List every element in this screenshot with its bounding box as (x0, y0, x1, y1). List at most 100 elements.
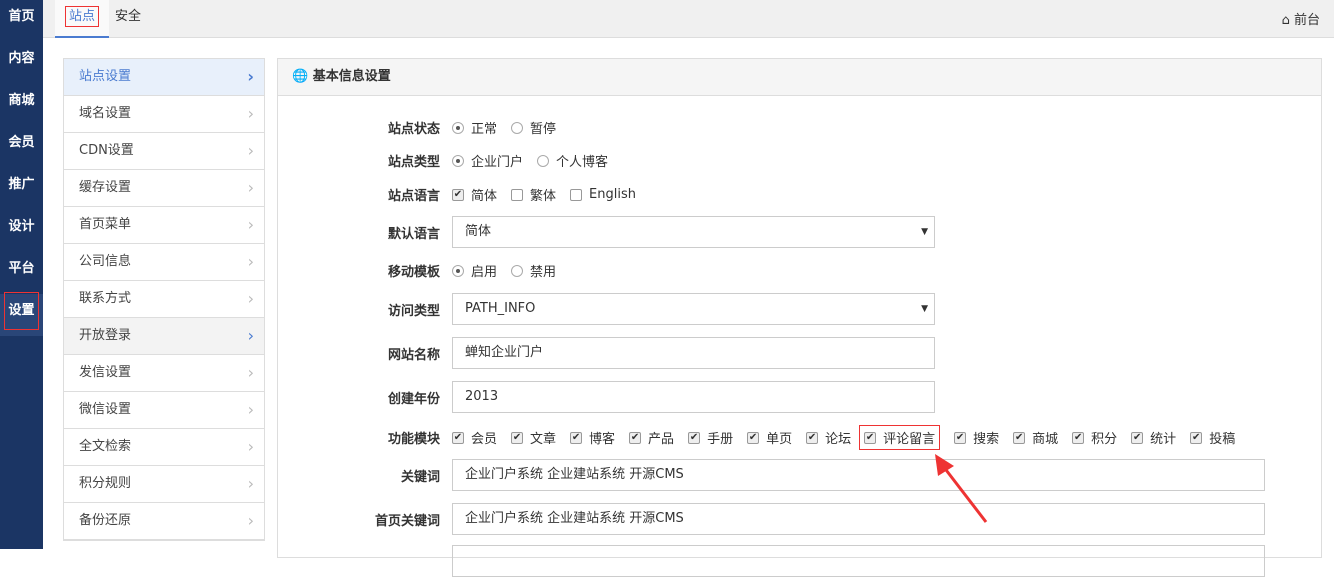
checkbox[interactable]: ✔ (954, 431, 967, 444)
module-checkbox[interactable]: ✔ 文章 (511, 428, 556, 447)
radio-normal[interactable]: 正常 (452, 118, 497, 137)
menu-item[interactable]: CDN设置 › (64, 133, 264, 170)
checkbox[interactable]: ✔ (1190, 431, 1203, 444)
chevron-right-icon: › (247, 141, 254, 160)
nav-content[interactable]: 内容 (0, 42, 43, 84)
label: 访问类型 (387, 303, 440, 319)
nav-label: 商城 (8, 93, 35, 108)
menu-item[interactable]: 备份还原 › (64, 503, 264, 540)
nav-label: 设置 (4, 292, 39, 330)
chevron-right-icon: › (247, 178, 254, 197)
row-access: 访问类型 PATH_INFO ▼ (278, 293, 935, 325)
checkbox[interactable]: ✔ (1131, 431, 1144, 444)
radio-blog[interactable]: 个人博客 (537, 151, 608, 170)
checkbox[interactable]: ✔ (688, 431, 701, 444)
menu-item[interactable]: 开放登录 › (64, 318, 264, 355)
year-input[interactable]: 2013 (452, 381, 935, 413)
module-checkbox[interactable]: ✔ 单页 (747, 428, 792, 447)
radio-disable[interactable]: 禁用 (511, 261, 556, 280)
label: 默认语言 (387, 226, 440, 242)
menu-item[interactable]: 发信设置 › (64, 355, 264, 392)
checkbox[interactable]: ✔ (570, 431, 583, 444)
chevron-right-icon: › (247, 252, 254, 271)
menu-item[interactable]: 公司信息 › (64, 244, 264, 281)
radio[interactable] (452, 264, 464, 277)
menu-item[interactable]: 联系方式 › (64, 281, 264, 318)
checkbox[interactable]: ✔ (806, 431, 819, 444)
site-name-input[interactable]: 蝉知企业门户 (452, 337, 935, 369)
nav-promote[interactable]: 推广 (0, 168, 43, 210)
checkbox[interactable]: ✔ (1072, 431, 1085, 444)
home-keywords-input[interactable]: 企业门户系统 企业建站系统 开源CMS (452, 503, 1265, 535)
module-checkbox[interactable]: ✔ 评论留言 (859, 425, 941, 450)
opt-label: 企业门户 (471, 155, 524, 170)
opt-label: 积分 (1091, 432, 1118, 447)
chevron-right-icon: › (247, 104, 254, 123)
opt-label: 会员 (471, 432, 498, 447)
opt-label: 启用 (471, 265, 498, 280)
tab-site[interactable]: 站点 (55, 0, 110, 38)
checkbox[interactable]: ✔ (452, 431, 464, 444)
menu-item[interactable]: 积分规则 › (64, 466, 264, 503)
menu-label: CDN设置 (79, 143, 134, 158)
module-checkbox[interactable]: ✔ 统计 (1131, 428, 1176, 447)
nav-design[interactable]: 设计 (0, 210, 43, 252)
tab-security[interactable]: 安全 (105, 0, 151, 38)
keywords-input[interactable]: 企业门户系统 企业建站系统 开源CMS (452, 459, 1265, 491)
checkbox-simplified[interactable]: ✔ 简体 (452, 185, 497, 204)
checkbox[interactable]: ✔ (452, 188, 464, 201)
annotation-arrow (935, 454, 988, 523)
module-checkbox[interactable]: ✔ 博客 (570, 428, 615, 447)
radio-enable[interactable]: 启用 (452, 261, 497, 280)
access-type-select[interactable]: PATH_INFO ▼ (452, 293, 935, 325)
module-checkbox[interactable]: ✔ 商城 (1013, 428, 1058, 447)
row-home-keywords: 首页关键词 企业门户系统 企业建站系统 开源CMS (278, 503, 1265, 535)
checkbox[interactable] (570, 188, 583, 201)
chevron-right-icon: › (247, 474, 254, 493)
module-checkbox[interactable]: ✔ 搜索 (954, 428, 999, 447)
nav-label: 推广 (8, 177, 35, 192)
menu-item[interactable]: 站点设置 › (64, 59, 264, 96)
checkbox[interactable]: ✔ (864, 431, 877, 444)
module-checkbox[interactable]: ✔ 产品 (629, 428, 674, 447)
module-checkbox[interactable]: ✔ 投稿 (1190, 428, 1235, 447)
radio-pause[interactable]: 暂停 (511, 118, 556, 137)
radio[interactable] (511, 264, 524, 277)
menu-label: 缓存设置 (79, 180, 132, 195)
nav-home[interactable]: 首页 (0, 0, 43, 42)
module-checkbox[interactable]: ✔ 会员 (452, 428, 497, 447)
settings-menu: for(let i=0;i<13;i++){document.write('<d… (63, 58, 265, 541)
module-checkbox[interactable]: ✔ 论坛 (806, 428, 851, 447)
radio[interactable] (511, 121, 524, 134)
radio[interactable] (452, 121, 464, 134)
nav-settings[interactable]: 设置 (0, 292, 43, 336)
menu-item[interactable]: 微信设置 › (64, 392, 264, 429)
checkbox-traditional[interactable]: 繁体 (511, 185, 556, 204)
radio-enterprise[interactable]: 企业门户 (452, 151, 523, 170)
module-checkbox[interactable]: ✔ 手册 (688, 428, 733, 447)
next-input[interactable] (452, 545, 1265, 577)
nav-platform[interactable]: 平台 (0, 252, 43, 294)
menu-item[interactable]: 缓存设置 › (64, 170, 264, 207)
menu-label: 域名设置 (79, 106, 132, 121)
basic-settings-panel: 🌐 基本信息设置 站点状态 正常 暂停 站点类型 企业门户 个人博客 站点语言 … (277, 58, 1322, 577)
radio[interactable] (537, 154, 550, 167)
module-checkbox[interactable]: ✔ 积分 (1072, 428, 1117, 447)
nav-shop[interactable]: 商城 (0, 84, 43, 126)
checkbox[interactable]: ✔ (747, 431, 760, 444)
opt-label: 个人博客 (556, 155, 609, 170)
checkbox[interactable]: ✔ (1013, 431, 1026, 444)
menu-item[interactable]: 首页菜单 › (64, 207, 264, 244)
radio[interactable] (452, 154, 464, 167)
checkbox[interactable]: ✔ (629, 431, 642, 444)
default-lang-select[interactable]: 简体 ▼ (452, 216, 935, 248)
checkbox[interactable] (511, 188, 524, 201)
opt-label: 投稿 (1209, 432, 1236, 447)
opt-label: 论坛 (825, 432, 852, 447)
front-link[interactable]: ⌂ 前台 (1282, 9, 1320, 28)
nav-member[interactable]: 会员 (0, 126, 43, 168)
checkbox-english[interactable]: English (570, 187, 636, 202)
checkbox[interactable]: ✔ (511, 431, 524, 444)
menu-item[interactable]: 全文检索 › (64, 429, 264, 466)
menu-item[interactable]: 域名设置 › (64, 96, 264, 133)
